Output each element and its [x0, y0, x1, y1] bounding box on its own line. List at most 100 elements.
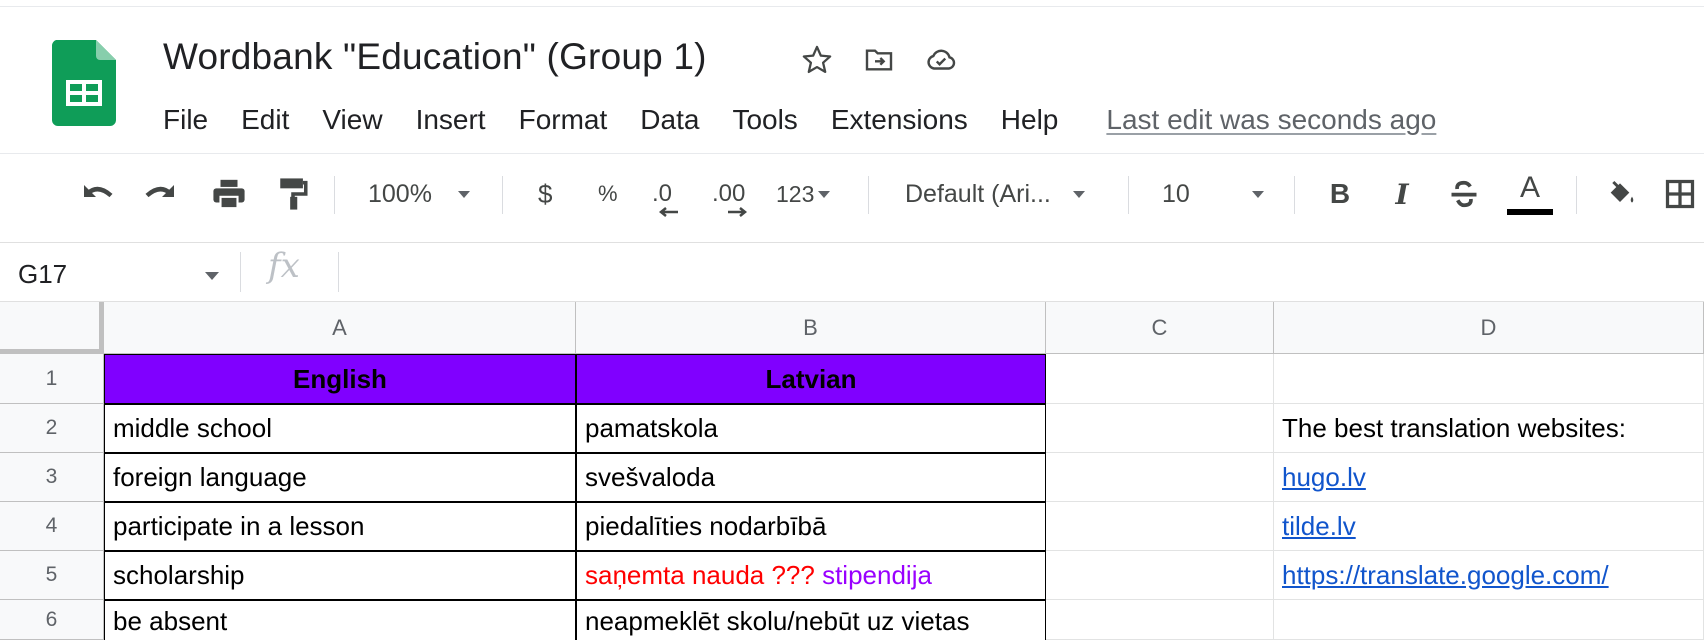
more-formats-button[interactable]: 123: [776, 170, 831, 218]
menu-file[interactable]: File: [163, 104, 208, 136]
menu-insert[interactable]: Insert: [416, 104, 486, 136]
spreadsheet-grid: A B C D 1 2 3 4 5 6 English Latvian midd…: [0, 302, 1704, 640]
menu-data[interactable]: Data: [640, 104, 699, 136]
chevron-down-icon: [457, 190, 470, 198]
toolbar-separator: [502, 176, 503, 214]
paint-format-icon[interactable]: [270, 170, 316, 218]
row-header-2[interactable]: 2: [0, 404, 104, 453]
cell-d4[interactable]: tilde.lv: [1274, 502, 1704, 551]
cell-b2[interactable]: pamatskola: [576, 404, 1046, 453]
bold-button[interactable]: B: [1322, 170, 1358, 218]
text-color-button[interactable]: A: [1506, 170, 1554, 218]
fill-color-icon[interactable]: [1600, 170, 1640, 218]
row-header-4[interactable]: 4: [0, 502, 104, 551]
chevron-down-icon: [818, 190, 831, 198]
cell-b5-red-text: saņemta nauda ???: [585, 560, 815, 590]
arrow-right-icon: [728, 207, 748, 217]
menu-format[interactable]: Format: [519, 104, 608, 136]
redo-icon[interactable]: [136, 170, 182, 218]
name-box[interactable]: G17: [18, 252, 67, 296]
cell-b5-purple-text: stipendija: [814, 560, 932, 590]
top-divider: [0, 6, 1704, 7]
more-formats-label: 123: [776, 180, 815, 207]
column-header-a[interactable]: A: [104, 302, 576, 354]
cell-c2[interactable]: [1046, 404, 1274, 453]
menu-tools[interactable]: Tools: [732, 104, 797, 136]
last-edit-link[interactable]: Last edit was seconds ago: [1106, 104, 1436, 136]
cell-d6[interactable]: [1274, 600, 1704, 640]
zoom-value: 100%: [368, 179, 432, 208]
chevron-down-icon: [1072, 190, 1085, 198]
toolbar-separator: [1128, 176, 1129, 214]
toolbar-separator: [1576, 176, 1577, 214]
cell-b6[interactable]: neapmeklēt skolu/nebūt uz vietas: [576, 600, 1046, 640]
link-hugo[interactable]: hugo.lv: [1282, 462, 1366, 493]
zoom-select[interactable]: 100%: [368, 170, 470, 218]
column-header-b[interactable]: B: [576, 302, 1046, 354]
chevron-down-icon: [1251, 190, 1264, 198]
cell-a2[interactable]: middle school: [104, 404, 576, 453]
star-icon[interactable]: [797, 40, 837, 80]
move-folder-icon[interactable]: [859, 40, 899, 80]
row-header-6[interactable]: 6: [0, 600, 104, 640]
cell-c1[interactable]: [1046, 354, 1274, 404]
row-header-5[interactable]: 5: [0, 551, 104, 600]
text-color-swatch: [1507, 209, 1553, 215]
italic-button[interactable]: I: [1384, 170, 1420, 218]
cell-b4[interactable]: piedalīties nodarbībā: [576, 502, 1046, 551]
toolbar-separator: [868, 176, 869, 214]
cell-b5[interactable]: saņemta nauda ??? stipendija: [576, 551, 1046, 600]
column-header-c[interactable]: C: [1046, 302, 1274, 354]
cell-a1[interactable]: English: [104, 354, 576, 404]
link-tilde[interactable]: tilde.lv: [1282, 511, 1356, 542]
row-header-3[interactable]: 3: [0, 453, 104, 502]
cell-d2[interactable]: The best translation websites:: [1274, 404, 1704, 453]
cell-a3[interactable]: foreign language: [104, 453, 576, 502]
increase-decimal-button[interactable]: .00: [712, 170, 748, 218]
formula-separator: [240, 252, 241, 292]
cell-b3[interactable]: svešvaloda: [576, 453, 1046, 502]
cell-c4[interactable]: [1046, 502, 1274, 551]
cloud-saved-icon[interactable]: [921, 40, 961, 80]
decrease-decimal-button[interactable]: .0: [652, 170, 678, 218]
chevron-down-icon[interactable]: [205, 272, 219, 280]
decrease-decimal-label: .0: [652, 180, 673, 207]
font-value: Default (Ari...: [905, 179, 1051, 208]
select-all-corner[interactable]: [0, 302, 104, 354]
strikethrough-icon[interactable]: [1446, 170, 1482, 218]
arrow-left-icon: [658, 207, 678, 217]
borders-icon[interactable]: [1660, 170, 1700, 218]
cell-c5[interactable]: [1046, 551, 1274, 600]
menu-view[interactable]: View: [322, 104, 382, 136]
formula-input[interactable]: [350, 252, 1690, 296]
link-google-translate[interactable]: https://translate.google.com/: [1282, 560, 1609, 591]
cell-d3[interactable]: hugo.lv: [1274, 453, 1704, 502]
font-size-select[interactable]: 10: [1162, 170, 1264, 218]
percent-format-button[interactable]: %: [598, 170, 618, 218]
column-header-d[interactable]: D: [1274, 302, 1704, 354]
print-icon[interactable]: [206, 170, 252, 218]
title-actions: [797, 40, 961, 80]
row-header-1[interactable]: 1: [0, 354, 104, 404]
cell-a4[interactable]: participate in a lesson: [104, 502, 576, 551]
toolbar-separator: [1294, 176, 1295, 214]
document-title[interactable]: Wordbank "Education" (Group 1): [163, 36, 707, 78]
font-select[interactable]: Default (Ari...: [905, 170, 1085, 218]
increase-decimal-label: .00: [712, 180, 746, 207]
cell-b1[interactable]: Latvian: [576, 354, 1046, 404]
app-header: Wordbank "Education" (Group 1) File Edit…: [0, 0, 1704, 152]
cell-d1[interactable]: [1274, 354, 1704, 404]
currency-format-button[interactable]: $: [538, 170, 552, 218]
menu-help[interactable]: Help: [1001, 104, 1059, 136]
cell-d5[interactable]: https://translate.google.com/: [1274, 551, 1704, 600]
cell-c3[interactable]: [1046, 453, 1274, 502]
cell-a6[interactable]: be absent: [104, 600, 576, 640]
menu-edit[interactable]: Edit: [241, 104, 289, 136]
cell-c6[interactable]: [1046, 600, 1274, 640]
menu-extensions[interactable]: Extensions: [831, 104, 968, 136]
menu-bar: File Edit View Insert Format Data Tools …: [163, 98, 1436, 142]
cell-a5[interactable]: scholarship: [104, 551, 576, 600]
undo-icon[interactable]: [76, 170, 122, 218]
sheets-logo-icon[interactable]: [52, 40, 116, 126]
fx-icon: fx: [268, 246, 300, 286]
